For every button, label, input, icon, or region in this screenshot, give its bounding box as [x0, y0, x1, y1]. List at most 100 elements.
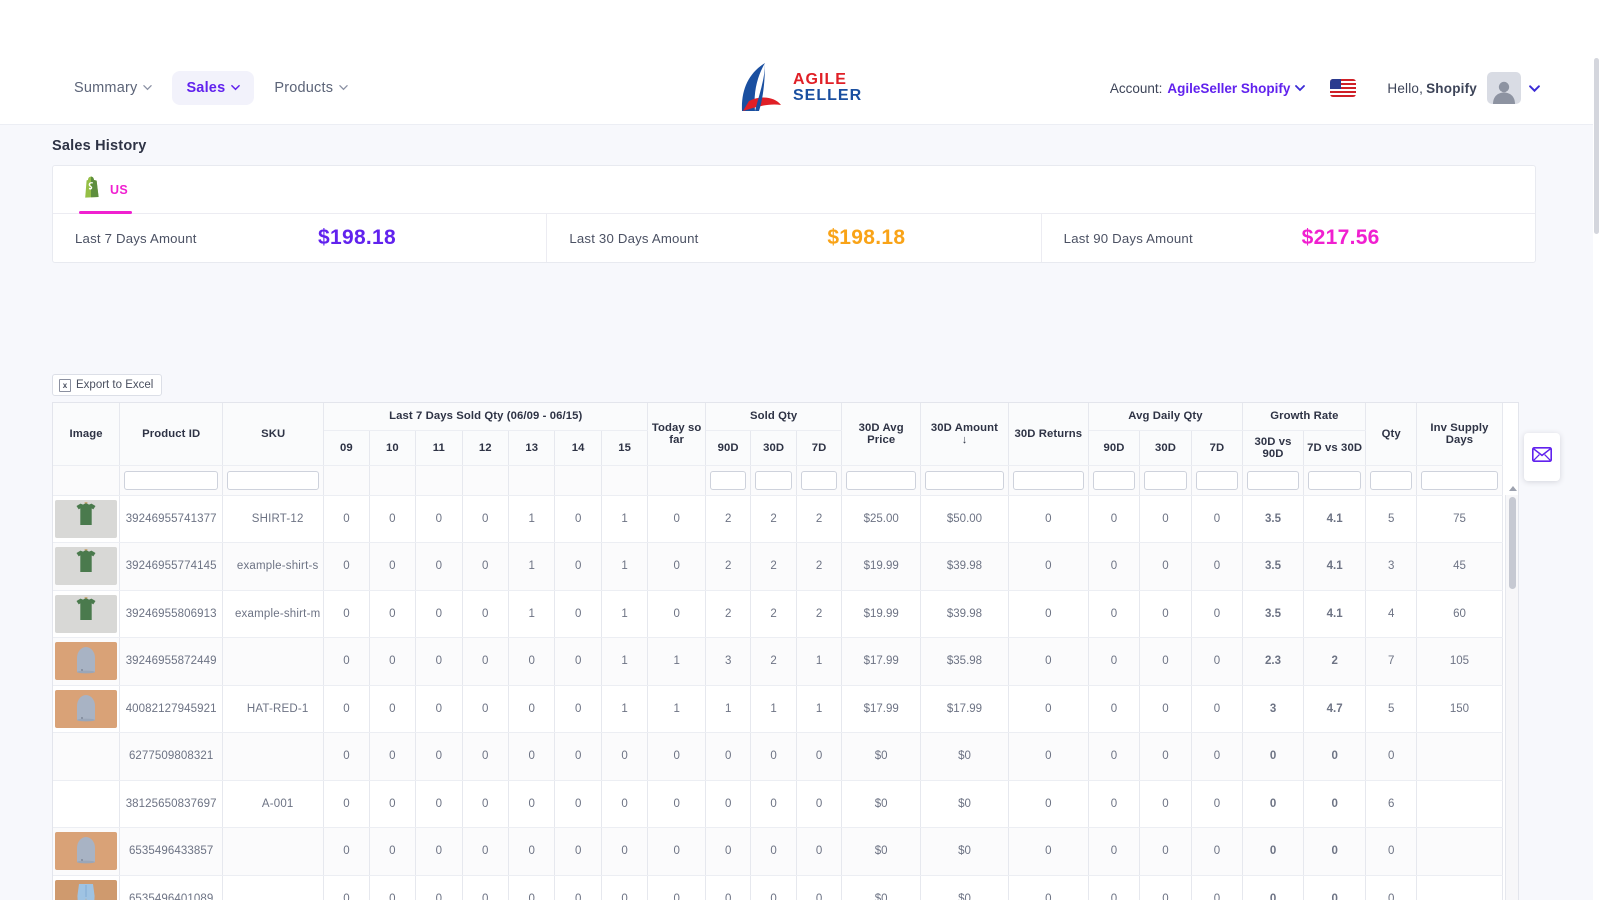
- col-day-14[interactable]: 14: [554, 430, 602, 466]
- us-flag-icon[interactable]: [1330, 79, 1357, 97]
- col-day-15[interactable]: 15: [601, 430, 649, 466]
- cell-returns-30d: 0: [1008, 637, 1089, 686]
- export-to-excel-button[interactable]: x Export to Excel: [52, 374, 163, 396]
- cell-image[interactable]: [53, 827, 121, 876]
- cell-image[interactable]: [53, 780, 121, 828]
- chevron-down-icon[interactable]: [1529, 83, 1540, 92]
- product-thumbnail-shirt: [55, 499, 118, 538]
- col-30d-avg-price[interactable]: 30D Avg Price: [841, 403, 922, 466]
- filter-input-adq-90d[interactable]: [1092, 470, 1136, 490]
- table-row[interactable]: 6535496433857 0 0 0 0 0 0 0 0 0 0 0 $0 $0 0 0 0 0 0 0 0: [53, 827, 1504, 876]
- filter-input-sold-30d[interactable]: [755, 470, 792, 490]
- filter-input-inv-days[interactable]: [1420, 470, 1498, 490]
- cell-day-14: 0: [554, 495, 602, 543]
- shopify-bag-icon: [83, 176, 103, 203]
- col-30d-returns[interactable]: 30D Returns: [1008, 403, 1089, 466]
- table-row[interactable]: 39246955774145 example-shirt-s 0 0 0 0 1 0 1 0 2 2 2…: [53, 542, 1504, 591]
- nav-item-sales[interactable]: Sales: [172, 71, 255, 105]
- col-qty[interactable]: Qty: [1365, 403, 1417, 466]
- scroll-up-arrow-icon[interactable]: [1509, 486, 1517, 491]
- page-scrollbar[interactable]: [1593, 0, 1600, 900]
- filter-input-growth-7v30[interactable]: [1307, 470, 1362, 490]
- col-day-13[interactable]: 13: [508, 430, 556, 466]
- col-sku[interactable]: SKU: [222, 403, 325, 466]
- cell-product-id: 6535496401089: [119, 875, 224, 900]
- cell-day-15: 1: [601, 495, 649, 543]
- col-day-11[interactable]: 11: [415, 430, 463, 466]
- filter-cell-inv-days: [1416, 465, 1504, 496]
- table-row[interactable]: 6277509808321 0 0 0 0 0 0 0 0 0 0 0 $0 $0 0 0 0 0 0 0 0: [53, 732, 1504, 781]
- agileseller-sail-logo-icon: [735, 61, 787, 115]
- cell-returns-30d: 0: [1008, 685, 1089, 733]
- filter-input-adq-7d[interactable]: [1195, 470, 1239, 490]
- cell-day-15: 0: [601, 875, 649, 900]
- table-row[interactable]: 39246955741377 SHIRT-12 0 0 0 0 1 0 1 0 2 2 2 $25.00 $…: [53, 495, 1504, 543]
- page-scrollbar-thumb[interactable]: [1594, 58, 1599, 234]
- cell-product-id: 39246955774145: [119, 542, 224, 591]
- filter-input-sold-7d[interactable]: [800, 470, 838, 490]
- filter-input-amount-30d[interactable]: [925, 470, 1004, 490]
- cell-day-14: 0: [554, 637, 602, 686]
- cell-image[interactable]: [53, 495, 121, 543]
- nav-item-summary[interactable]: Summary: [60, 71, 166, 105]
- filter-input-sku[interactable]: [227, 470, 320, 490]
- col-today-so-far[interactable]: Today so far: [647, 403, 706, 466]
- col-avg-daily-7d[interactable]: 7D: [1191, 430, 1244, 466]
- cell-adq-90d: 0: [1088, 685, 1141, 733]
- cell-image[interactable]: [53, 542, 121, 591]
- filter-input-sold-90d[interactable]: [709, 470, 747, 490]
- cell-day-14: 0: [554, 732, 602, 781]
- sales-history-table-container[interactable]: Image Product ID SKU Last 7 Days Sold Qt…: [52, 402, 1519, 900]
- filter-cell-amount-30d: [920, 465, 1009, 496]
- col-growth-30d-vs-90d[interactable]: 30D vs 90D: [1242, 430, 1304, 466]
- col-day-10[interactable]: 10: [369, 430, 417, 466]
- col-growth-7d-vs-30d[interactable]: 7D vs 30D: [1303, 430, 1367, 466]
- filter-input-returns-30d[interactable]: [1012, 470, 1084, 490]
- filter-input-growth-30v90[interactable]: [1247, 470, 1299, 490]
- avatar[interactable]: [1487, 72, 1521, 104]
- nav-item-products[interactable]: Products: [260, 71, 362, 105]
- cell-sold-90d: 0: [705, 732, 752, 781]
- table-row[interactable]: 40082127945921 HAT-RED-1 0 0 0 0 0 0 1 1 1 1 1 $17.99…: [53, 685, 1504, 733]
- filter-cell-returns-30d: [1008, 465, 1089, 496]
- store-tab-us[interactable]: US: [71, 166, 140, 214]
- cell-sold-30d: 2: [750, 542, 797, 591]
- col-day-12[interactable]: 12: [462, 430, 509, 466]
- col-inv-supply-days[interactable]: Inv Supply Days: [1416, 403, 1504, 466]
- cell-image[interactable]: [53, 875, 121, 900]
- filter-input-adq-30d[interactable]: [1144, 470, 1187, 490]
- cell-image[interactable]: [53, 637, 121, 686]
- col-day-09[interactable]: 09: [323, 430, 370, 466]
- col-sold-qty-90d[interactable]: 90D: [705, 430, 752, 466]
- table-vertical-scrollbar[interactable]: [1505, 486, 1518, 900]
- kpi-row: Last 7 Days Amount $198.18 Last 30 Days …: [53, 214, 1535, 262]
- col-avg-daily-90d[interactable]: 90D: [1088, 430, 1141, 466]
- col-avg-daily-30d[interactable]: 30D: [1139, 430, 1192, 466]
- table-row[interactable]: 38125650837697 A-001 0 0 0 0 0 0 0 0 0 0 0 $0 $0 0 0 0 0 0 0…: [53, 780, 1504, 828]
- col-image[interactable]: Image: [53, 403, 121, 466]
- filter-input-qty[interactable]: [1370, 470, 1412, 490]
- account-selector[interactable]: Account: AgileSeller Shopify: [1110, 81, 1306, 96]
- scrollbar-thumb[interactable]: [1509, 497, 1516, 589]
- table-row[interactable]: 39246955806913 example-shirt-m 0 0 0 0 1 0 1 0 2 2 2…: [53, 590, 1504, 638]
- col-sold-qty-7d[interactable]: 7D: [796, 430, 843, 466]
- col-30d-amount[interactable]: 30D Amount ↓: [920, 403, 1009, 466]
- col-product-id[interactable]: Product ID: [119, 403, 224, 466]
- cell-sold-30d: 2: [750, 495, 797, 543]
- brand-logo[interactable]: AGILE SELLER: [735, 60, 875, 116]
- cell-growth-7d-vs-30d: 4.7: [1303, 685, 1367, 733]
- filter-cell-growth-7v30: [1303, 465, 1367, 496]
- table-row[interactable]: 39246955872449 0 0 0 0 0 0 1 1 3 2 1 $17.99 $35.98 0 0 0…: [53, 637, 1504, 686]
- col-sold-qty-30d[interactable]: 30D: [750, 430, 797, 466]
- cell-image[interactable]: [53, 685, 121, 733]
- cell-image[interactable]: [53, 590, 121, 638]
- cell-image[interactable]: [53, 732, 121, 781]
- cell-adq-7d: 0: [1191, 827, 1244, 876]
- filter-cell-avg-price: [841, 465, 922, 496]
- cell-day-10: 0: [369, 542, 417, 591]
- table-row[interactable]: 6535496401089 0 0 0 0 0 0 0 0 0 0 0 $0 $0 0 0 0 0 0 0 0: [53, 875, 1504, 900]
- contact-mail-widget[interactable]: [1524, 433, 1560, 481]
- filter-input-avg-price[interactable]: [846, 470, 917, 490]
- filter-input-product-id[interactable]: [124, 470, 219, 490]
- cell-day-09: 0: [323, 827, 370, 876]
